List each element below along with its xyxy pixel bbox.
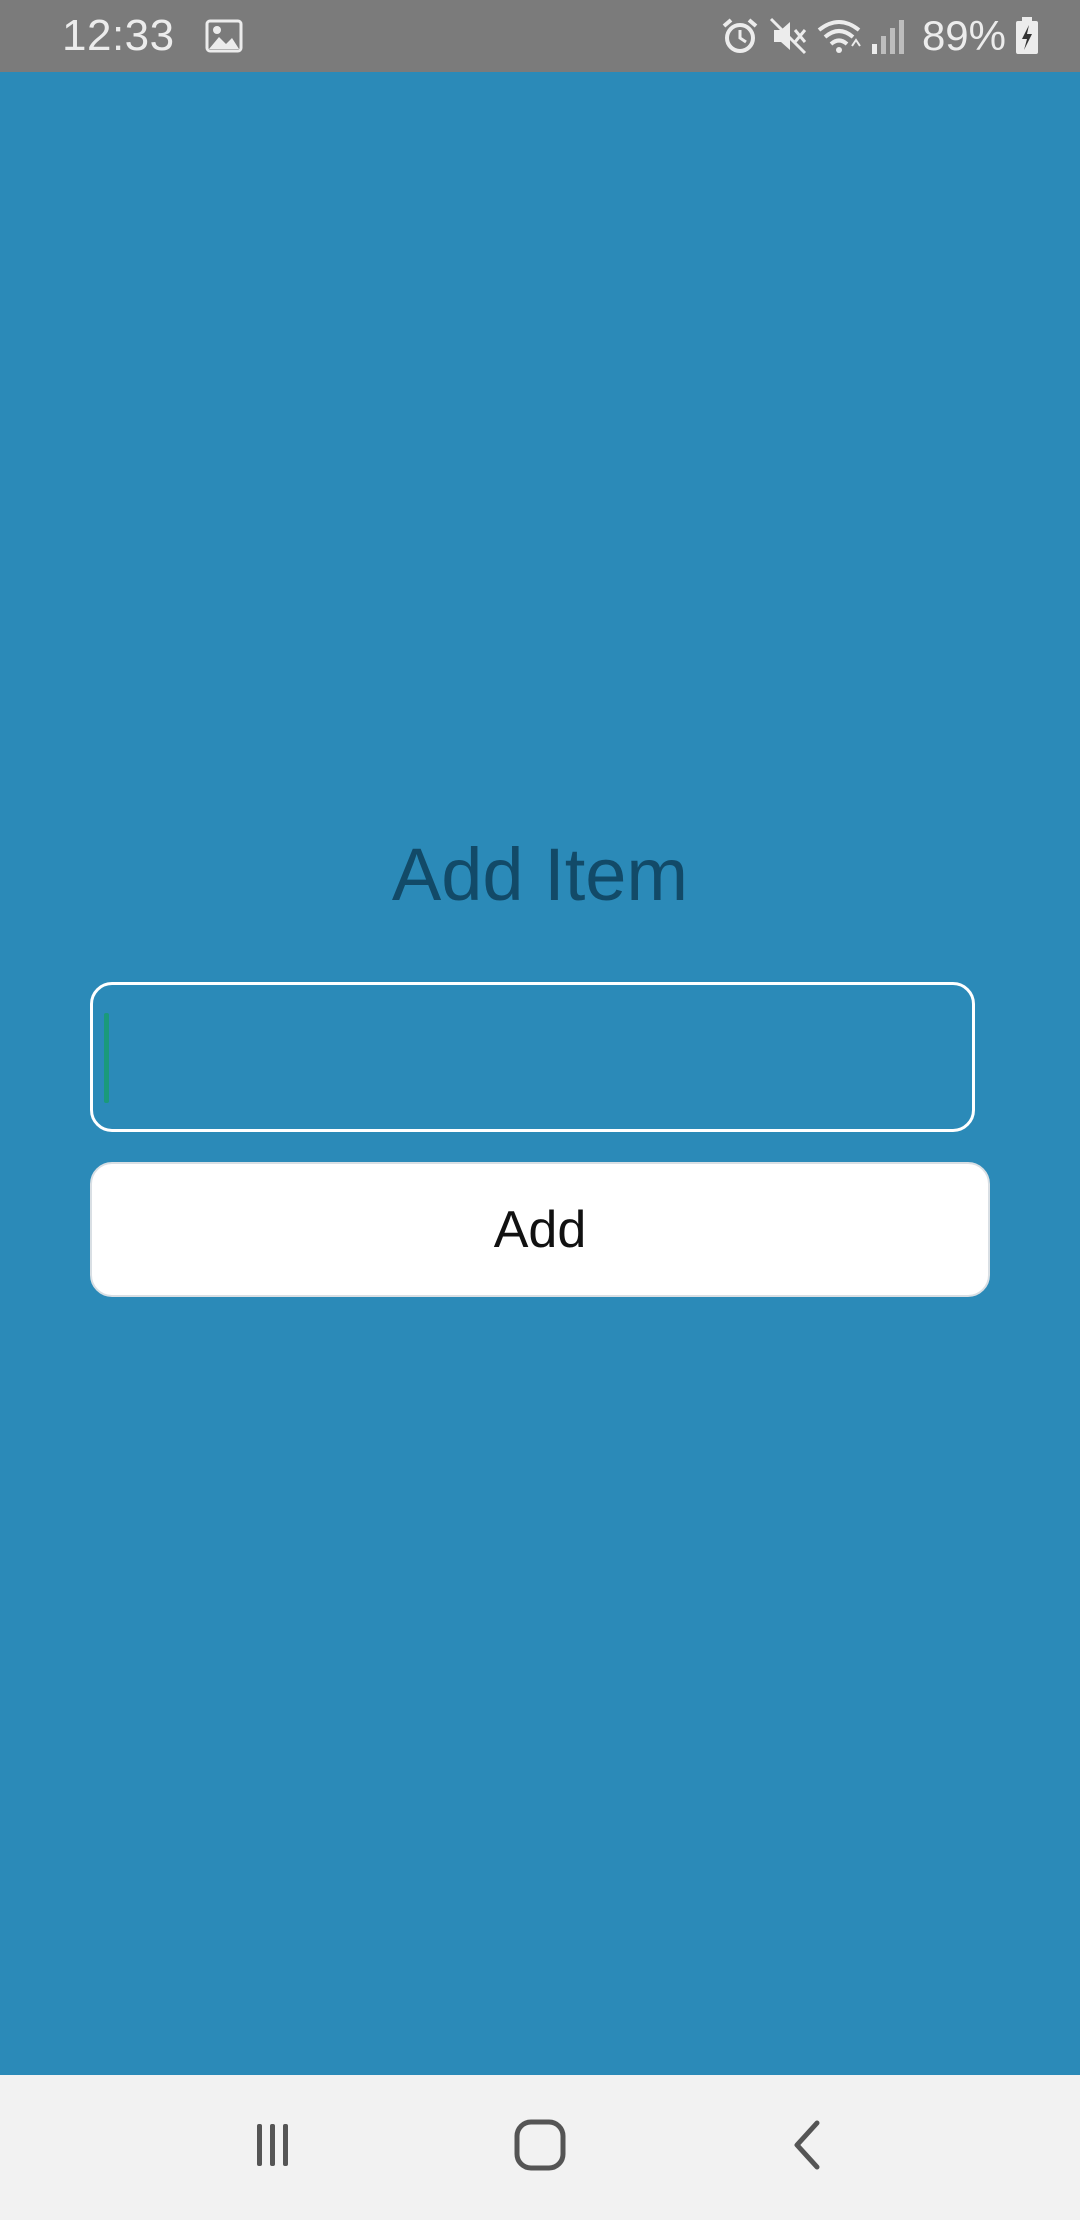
item-input-container[interactable] xyxy=(90,982,975,1132)
text-cursor xyxy=(104,1013,109,1103)
item-input[interactable] xyxy=(93,985,972,1129)
main-content: Add Item Add xyxy=(0,72,1080,2075)
mute-icon xyxy=(768,16,808,56)
alarm-icon xyxy=(720,16,760,56)
status-bar: 12:33 89% xyxy=(0,0,1080,72)
signal-icon xyxy=(870,16,906,56)
wifi-icon xyxy=(816,16,862,56)
page-title: Add Item xyxy=(391,833,689,916)
home-button[interactable] xyxy=(490,2098,590,2198)
status-time: 12:33 xyxy=(62,11,175,60)
navigation-bar xyxy=(0,2075,1080,2220)
recent-apps-icon xyxy=(248,2120,298,2175)
home-icon xyxy=(512,2117,568,2178)
recent-apps-button[interactable] xyxy=(223,2098,323,2198)
back-icon xyxy=(787,2117,827,2178)
battery-charging-icon xyxy=(1014,16,1040,56)
back-button[interactable] xyxy=(757,2098,857,2198)
image-icon xyxy=(205,19,243,53)
battery-percent: 89% xyxy=(921,12,1006,59)
add-button[interactable]: Add xyxy=(90,1162,990,1297)
